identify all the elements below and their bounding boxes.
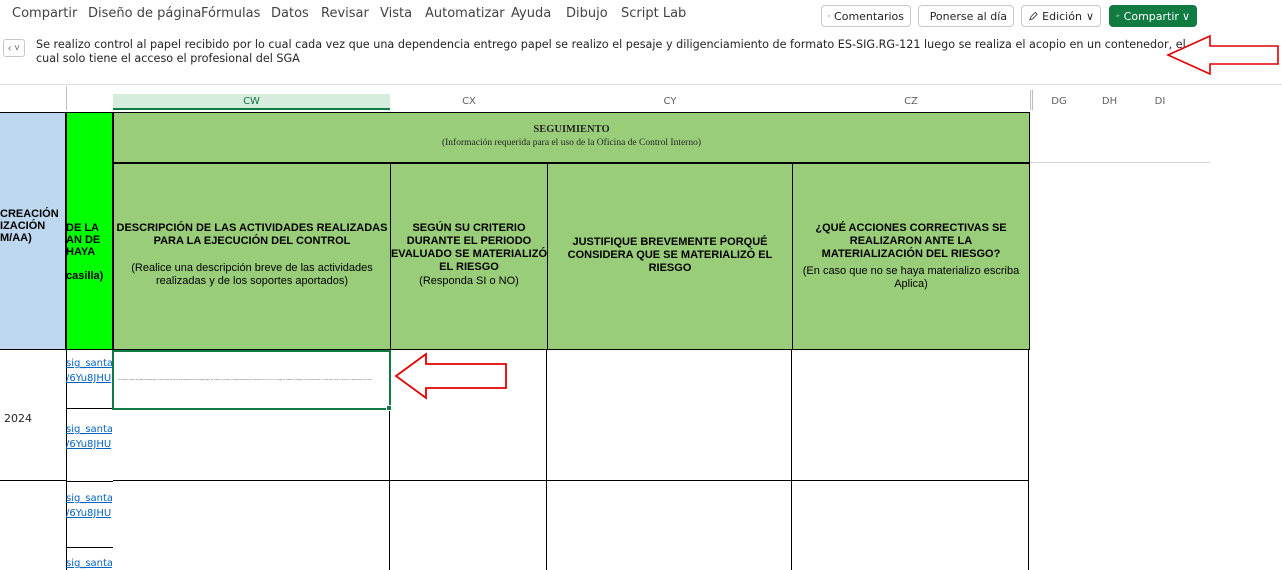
- gridline: [1030, 162, 1210, 163]
- editing-label: Edición: [1042, 9, 1082, 23]
- people-icon: [1116, 14, 1120, 18]
- ribbon-menu-bar: Compartir Diseño de página Fórmulas Dato…: [0, 0, 1282, 32]
- comment-icon: [828, 15, 830, 17]
- menu-diseno-pagina[interactable]: Diseño de página: [88, 6, 201, 21]
- evidence-link-1a[interactable]: sig_santa: [66, 358, 112, 369]
- seguimiento-subtitle: (Información requerida para el uso de la…: [441, 138, 702, 148]
- evidence-link-3b[interactable]: /6Yu8JHU: [66, 508, 112, 519]
- evidence-link-2b[interactable]: /6Yu8JHU: [66, 439, 112, 450]
- share-button[interactable]: Compartir ∨: [1109, 5, 1197, 27]
- hidden-columns-marker[interactable]: [1030, 90, 1033, 110]
- menu-dibujo[interactable]: Dibujo: [566, 6, 608, 21]
- header-cy-title: JUSTIFIQUE BREVEMENTE PORQUÉ CONSIDERA Q…: [567, 236, 773, 274]
- menu-datos[interactable]: Datos: [271, 6, 309, 21]
- column-headers: CW CX CY CZ DG DH DI: [0, 86, 1282, 110]
- header-cz-sub: (En caso que no se haya materializo escr…: [802, 265, 1020, 290]
- data-cell-cy-2[interactable]: [547, 481, 792, 570]
- header-cx-title: SEGÚN SU CRITERIO DURANTE EL PERIODO EVA…: [390, 222, 548, 273]
- fill-handle[interactable]: [386, 405, 392, 411]
- chevron-down-icon: ∨: [1181, 9, 1190, 23]
- menu-automatizar[interactable]: Automatizar: [425, 6, 505, 21]
- menu-script-lab[interactable]: Script Lab: [621, 6, 686, 21]
- freeze-divider: [66, 86, 67, 110]
- column-header-dg[interactable]: DG: [1034, 94, 1084, 110]
- row-divider: [66, 408, 113, 409]
- chevron-down-icon: ∨: [1085, 9, 1094, 23]
- data-cell-cw-2[interactable]: [113, 481, 390, 570]
- header-fecha-text: CREACIÓN IZACIÓN M/AA): [0, 208, 59, 244]
- data-cell-cy-1[interactable]: [547, 350, 792, 481]
- column-header-dh[interactable]: DH: [1085, 94, 1134, 110]
- column-header-di[interactable]: DI: [1135, 94, 1185, 110]
- header-cw-sub: (Realice una descripción breve de las ac…: [131, 262, 373, 287]
- red-arrow-annotation-cell: [394, 352, 507, 400]
- header-cw-title: DESCRIPCIÓN DE LAS ACTIVIDADES REALIZADA…: [116, 222, 388, 247]
- column-header-cw[interactable]: CW: [113, 94, 390, 110]
- header-cell-cw[interactable]: [113, 163, 391, 350]
- pencil-icon: [1029, 11, 1038, 20]
- menu-formulas[interactable]: Fórmulas: [201, 6, 260, 21]
- evidence-link-2a[interactable]: sig_santa: [66, 424, 112, 435]
- menu-revisar[interactable]: Revisar: [321, 6, 369, 21]
- menu-ayuda[interactable]: Ayuda: [511, 6, 551, 21]
- header-cz-title: ¿QUÉ ACCIONES CORRECTIVAS SE REALIZARON …: [815, 222, 1007, 260]
- editing-mode-button[interactable]: Edición ∨: [1021, 5, 1101, 27]
- header-evidencia-text: DE LA AN DE HAYA casilla): [66, 222, 104, 282]
- column-header-cx[interactable]: CX: [391, 94, 547, 110]
- row-divider: [66, 481, 113, 482]
- catchup-label: Ponerse al día: [929, 9, 1007, 23]
- formula-input[interactable]: Se realizo control al papel recibido por…: [36, 38, 1196, 66]
- row-divider: [66, 547, 113, 548]
- data-cell-cz-2[interactable]: [792, 481, 1029, 570]
- menu-vista[interactable]: Vista: [380, 6, 412, 21]
- column-header-cy[interactable]: CY: [548, 94, 792, 110]
- seguimiento-title: SEGUIMIENTO: [533, 124, 610, 135]
- comments-label: Comentarios: [834, 9, 904, 23]
- year-label: 2024: [4, 412, 32, 425]
- data-cell-cz-1[interactable]: [792, 350, 1029, 481]
- evidence-link-4a[interactable]: sig_santa: [66, 558, 112, 569]
- namebox-dropdown[interactable]: ‹ ˅: [3, 39, 25, 57]
- comments-button[interactable]: Comentarios: [821, 5, 911, 27]
- header-cx-sub: (Responda SI o NO): [419, 275, 519, 287]
- menu-compartir[interactable]: Compartir: [12, 6, 77, 21]
- catchup-icon: [925, 15, 926, 17]
- share-label: Compartir: [1123, 9, 1179, 23]
- formula-bar: ‹ ˅ Se realizo control al papel recibido…: [0, 32, 1282, 85]
- active-cell-content: Se realizo control al papel recibido por…: [118, 379, 372, 381]
- catchup-button[interactable]: Ponerse al día: [918, 5, 1014, 27]
- evidence-link-3a[interactable]: sig_santa: [66, 493, 112, 504]
- data-cell-cx-2[interactable]: [390, 481, 547, 570]
- active-cell[interactable]: Se realizo control al papel recibido por…: [112, 350, 391, 410]
- evidence-link-1b[interactable]: /6Yu8JHU: [66, 373, 112, 384]
- column-header-cz[interactable]: CZ: [793, 94, 1029, 110]
- red-arrow-annotation-top: [1166, 34, 1279, 76]
